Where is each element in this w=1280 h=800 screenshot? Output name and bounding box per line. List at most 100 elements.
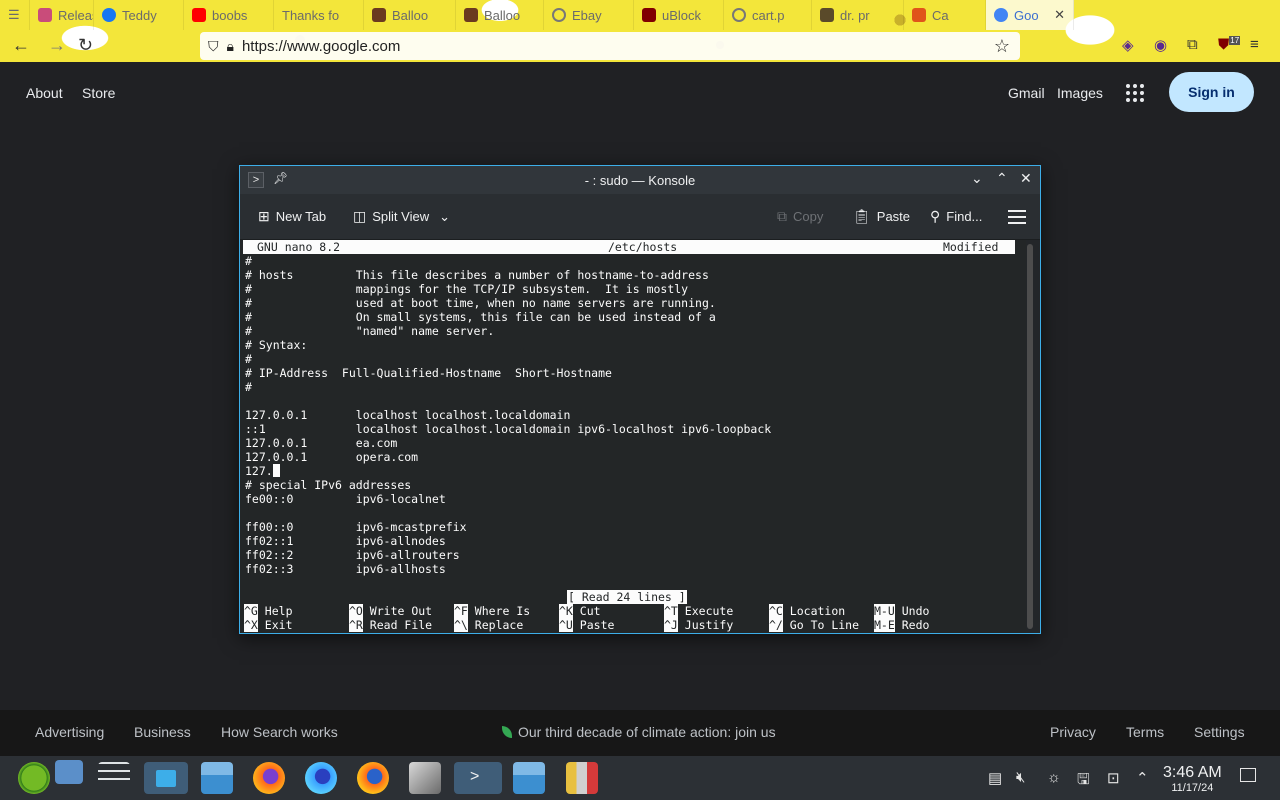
clipboard-icon[interactable]: ▤ bbox=[988, 769, 1002, 787]
facebook-icon bbox=[102, 8, 116, 22]
bookmark-star-icon[interactable]: ☆ bbox=[994, 36, 1010, 57]
konsole-taskbar-icon[interactable]: > bbox=[454, 762, 502, 794]
file-manager-icon[interactable] bbox=[201, 762, 233, 794]
clock-date: 11/17/24 bbox=[1171, 782, 1214, 794]
reload-icon[interactable]: ↻ bbox=[78, 35, 93, 56]
url-bar[interactable]: ⛉ 🔒︎ https://www.google.com ☆ bbox=[200, 32, 1020, 60]
search-icon: ⚲ bbox=[930, 208, 941, 224]
tab-label: Balloo bbox=[392, 7, 429, 23]
scrollbar[interactable] bbox=[1027, 244, 1033, 629]
browser-tab[interactable]: Balloo bbox=[456, 0, 544, 30]
privacy-link[interactable]: Privacy bbox=[1050, 724, 1096, 740]
chevron-up-icon[interactable]: ⌃ bbox=[1136, 769, 1149, 787]
file-manager-icon[interactable] bbox=[513, 762, 545, 794]
images-link[interactable]: Images bbox=[1057, 85, 1103, 101]
shortcut-key: ^/ bbox=[769, 618, 783, 632]
maximize-icon[interactable]: ⌃ bbox=[996, 170, 1008, 187]
climate-link[interactable]: Our third decade of climate action: join… bbox=[502, 724, 776, 740]
split-view-button[interactable]: ◫ Split View ⌄ bbox=[353, 208, 450, 225]
copy-button[interactable]: ⧉ Copy bbox=[777, 208, 823, 225]
pocket-icon[interactable]: ◈ bbox=[1122, 36, 1134, 54]
browser-tab[interactable]: Balloo bbox=[364, 0, 456, 30]
firefox-icon[interactable] bbox=[357, 762, 389, 794]
close-icon[interactable]: ✕ bbox=[1020, 170, 1032, 187]
discover-icon[interactable] bbox=[144, 762, 188, 794]
clock[interactable]: 3:46 AM 11/17/24 bbox=[1163, 764, 1222, 794]
sign-in-button[interactable]: Sign in bbox=[1169, 72, 1254, 112]
browser-tab[interactable]: Thanks fo bbox=[274, 0, 364, 30]
find-button[interactable]: ⚲ Find... bbox=[930, 208, 982, 225]
tab-label: uBlock bbox=[662, 7, 702, 23]
business-link[interactable]: Business bbox=[134, 724, 191, 740]
shield-icon[interactable]: ⛉ bbox=[208, 38, 219, 55]
store-link[interactable]: Store bbox=[82, 85, 115, 101]
url-text[interactable]: https://www.google.com bbox=[242, 38, 400, 55]
text-editor-icon[interactable] bbox=[409, 762, 441, 794]
split-view-icon: ◫ bbox=[353, 208, 367, 224]
settings-link[interactable]: Settings bbox=[1194, 724, 1245, 740]
hamburger-menu-icon[interactable] bbox=[1008, 210, 1026, 224]
tab-label: Thanks fo bbox=[282, 7, 340, 23]
system-settings-icon[interactable] bbox=[98, 762, 130, 794]
lock-icon[interactable]: 🔒︎ bbox=[227, 38, 234, 55]
shortcut-key: ^T bbox=[664, 604, 678, 618]
volume-muted-icon[interactable]: 🔇︎ bbox=[1016, 769, 1025, 786]
show-desktop-icon[interactable] bbox=[1240, 768, 1256, 782]
extensions-icon[interactable]: ⧉ bbox=[1187, 36, 1198, 53]
application-launcher-icon[interactable] bbox=[18, 762, 50, 794]
tab-overview-button[interactable]: ☰ bbox=[0, 0, 30, 30]
konsole-window: > 📌︎ - : sudo — Konsole ⌄ ⌃ ✕ ⊞ New Tab ◫… bbox=[239, 165, 1041, 634]
close-tab-icon[interactable]: ✕ bbox=[1054, 7, 1065, 23]
about-link[interactable]: About bbox=[26, 85, 63, 101]
nano-filename: /etc/hosts bbox=[608, 240, 678, 254]
konsole-titlebar[interactable]: > 📌︎ - : sudo — Konsole ⌄ ⌃ ✕ bbox=[240, 166, 1040, 194]
browser-toolbar: ☰ Releas Teddy boobs Thanks fo Balloo Ba… bbox=[0, 0, 1280, 62]
terminal-area[interactable]: GNU nano 8.2/etc/hosts Modified # # hosts… bbox=[240, 240, 1026, 633]
terms-link[interactable]: Terms bbox=[1126, 724, 1164, 740]
browser-tab[interactable]: Releas bbox=[30, 0, 94, 30]
how-search-works-link[interactable]: How Search works bbox=[221, 724, 338, 740]
office-suite-icon[interactable] bbox=[566, 762, 598, 794]
forward-arrow-icon[interactable]: → bbox=[48, 35, 66, 56]
shortcut-label: Paste bbox=[579, 618, 615, 632]
gmail-link[interactable]: Gmail bbox=[1008, 85, 1045, 101]
new-tab-button[interactable]: ⊞ New Tab bbox=[258, 208, 326, 225]
menu-icon[interactable]: ≡ bbox=[1250, 36, 1259, 53]
youtube-icon bbox=[192, 8, 206, 22]
minimize-icon[interactable]: ⌄ bbox=[971, 170, 983, 187]
browser-tab-active[interactable]: Goo ✕ bbox=[986, 0, 1074, 30]
browser-tab[interactable]: Ca bbox=[904, 0, 986, 30]
browser-tab[interactable]: uBlock bbox=[634, 0, 724, 30]
browser-tab[interactable]: Teddy bbox=[94, 0, 184, 30]
browser-tab[interactable]: boobs bbox=[184, 0, 274, 30]
ublock-icon[interactable]: ⛊17 bbox=[1218, 36, 1241, 53]
firefox-icon[interactable] bbox=[253, 762, 285, 794]
browser-tab[interactable]: dr. pr bbox=[812, 0, 904, 30]
file-line: # "named" name server. bbox=[245, 324, 495, 338]
advertising-link[interactable]: Advertising bbox=[35, 724, 104, 740]
shortcut-help: ^G Help bbox=[244, 604, 293, 618]
climate-text[interactable]: Our third decade of climate action: join… bbox=[518, 724, 776, 740]
firefox-nightly-icon[interactable] bbox=[305, 762, 337, 794]
shortcut-label: Where Is bbox=[474, 604, 531, 618]
network-icon[interactable]: ⊡ bbox=[1107, 769, 1120, 787]
tab-label: boobs bbox=[212, 7, 248, 23]
desktop-icon[interactable] bbox=[55, 760, 83, 784]
browser-tab[interactable]: cart.p bbox=[724, 0, 812, 30]
file-line: # bbox=[245, 254, 252, 268]
shortcut-key: ^U bbox=[559, 618, 573, 632]
konsole-toolbar: ⊞ New Tab ◫ Split View ⌄ ⧉ Copy 📋︎ Paste ⚲ Fin… bbox=[240, 194, 1040, 240]
file-line: ff02::1 ipv6-allnodes bbox=[245, 534, 446, 548]
google-apps-icon[interactable] bbox=[1126, 84, 1144, 102]
shortcut-undo: M-U Undo bbox=[874, 604, 929, 618]
browser-tab[interactable]: Ebay bbox=[544, 0, 634, 30]
ublock-icon bbox=[642, 8, 656, 22]
file-line: # used at boot time, when no name server… bbox=[245, 296, 716, 310]
account-icon[interactable]: ◉ bbox=[1154, 36, 1167, 54]
shortcut-exit: ^X Exit bbox=[244, 618, 293, 632]
brightness-icon[interactable]: ☼ bbox=[1047, 769, 1061, 786]
storage-icon[interactable]: 🖫 bbox=[1077, 769, 1090, 794]
paste-button[interactable]: 📋︎ Paste bbox=[853, 208, 910, 225]
back-arrow-icon[interactable]: ← bbox=[12, 35, 30, 56]
chevron-down-icon[interactable]: ⌄ bbox=[439, 209, 450, 225]
